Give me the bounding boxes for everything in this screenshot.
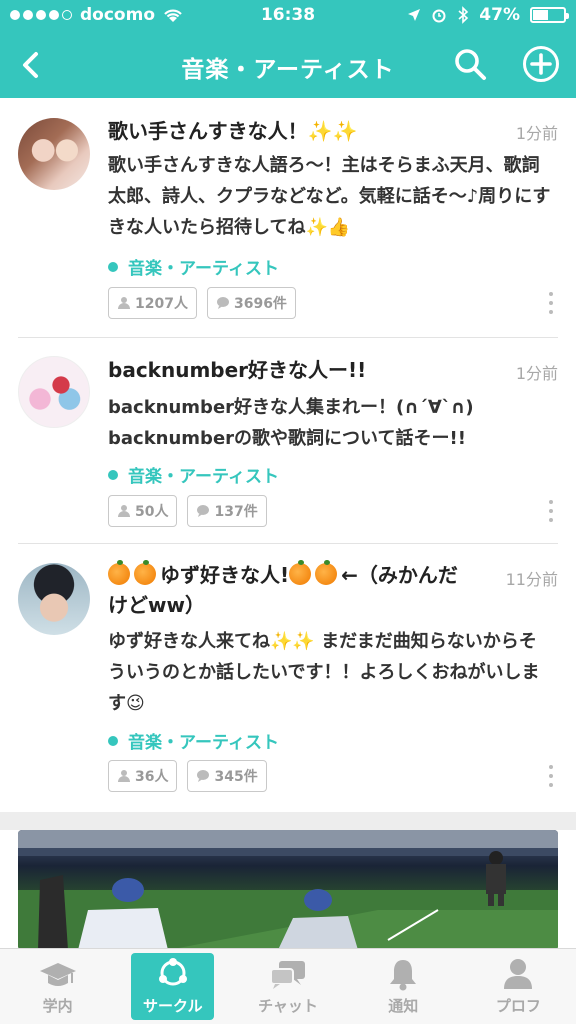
tab-label: プロフ	[495, 997, 541, 1015]
category-label: 音楽・アーティスト	[128, 733, 279, 753]
category-label: 音楽・アーティスト	[128, 467, 279, 487]
user-icon	[504, 959, 533, 989]
member-count-label: 36人	[135, 769, 169, 785]
tab-label: チャット	[258, 997, 318, 1015]
orange-icon	[108, 560, 130, 585]
post-body: ゆず好きな人来てね✨✨ まだまだ曲知らないからそういうのとか話したいです！！よろ…	[108, 631, 540, 714]
post-time: 1分前	[515, 124, 558, 143]
post-stats: 1207人 3696件	[108, 287, 296, 319]
category-dot	[108, 261, 118, 272]
avatar[interactable]	[18, 118, 90, 190]
category-tag[interactable]: 音楽・アーティスト	[108, 728, 279, 753]
orange-icon	[289, 560, 312, 585]
member-count-label: 50人	[135, 504, 169, 520]
post-title-text: ゆず好きな人!	[160, 563, 290, 587]
orange-icon	[315, 560, 338, 585]
post-title: ゆず好きな人! ←（みかんだけどww）	[108, 560, 470, 620]
alarm-icon	[432, 9, 446, 23]
circle-feed: 歌い手さんすきな人！✨✨ 1分前 歌い手さんすきな人語ろ〜！主はそらまふ天月、歌…	[0, 98, 576, 812]
section-divider	[0, 812, 576, 830]
comment-count-label: 3696件	[233, 296, 287, 312]
category-tag[interactable]: 音楽・アーティスト	[108, 254, 279, 279]
tab-profile[interactable]: プロフ	[461, 949, 576, 1024]
ad-banner[interactable]	[18, 830, 558, 950]
category-dot	[108, 735, 118, 746]
member-count: 36人	[108, 760, 178, 792]
comment-count: 345件	[187, 760, 267, 792]
more-options-icon[interactable]	[544, 765, 558, 787]
avatar[interactable]	[18, 563, 90, 635]
battery-icon	[530, 7, 569, 23]
post-stats: 50人 137件	[108, 495, 267, 527]
category-label: 音楽・アーティスト	[128, 259, 279, 279]
avatar[interactable]	[18, 356, 90, 428]
user-icon	[118, 505, 130, 517]
more-options-icon[interactable]	[544, 500, 558, 522]
user-icon	[118, 770, 130, 782]
comment-count: 137件	[187, 495, 267, 527]
comment-icon	[197, 505, 210, 517]
member-count-label: 1207人	[135, 296, 188, 312]
tab-label: 通知	[388, 997, 419, 1015]
circle-post[interactable]: 歌い手さんすきな人！✨✨ 1分前 歌い手さんすきな人語ろ〜！主はそらまふ天月、歌…	[18, 98, 558, 338]
search-icon[interactable]	[452, 46, 488, 82]
category-dot	[108, 469, 118, 480]
location-icon	[408, 9, 421, 21]
tab-chat[interactable]: チャット	[230, 949, 345, 1024]
comment-icon	[216, 297, 229, 309]
tab-school[interactable]: 学内	[0, 949, 115, 1024]
orange-icon	[134, 560, 156, 585]
page-title: 音楽・アーティスト	[181, 57, 395, 83]
user-icon	[118, 297, 130, 309]
chat-bubbles-icon	[270, 961, 305, 989]
comment-count: 3696件	[206, 287, 296, 319]
post-time: 1分前	[515, 364, 558, 383]
battery-fill	[533, 10, 549, 20]
plus-circle-icon[interactable]	[522, 45, 560, 83]
comment-count-label: 137件	[214, 504, 258, 520]
post-time: 11分前	[505, 570, 558, 589]
graduation-cap-icon	[39, 963, 76, 986]
tab-label: サークル	[143, 997, 203, 1015]
bottom-tab-bar: 学内 サークル チャット 通知 プロフ	[0, 948, 576, 1024]
member-count: 50人	[108, 495, 178, 527]
nav-bar: 音楽・アーティスト	[0, 32, 576, 98]
circle-network-icon	[158, 958, 187, 986]
comment-count-label: 345件	[214, 769, 258, 785]
more-options-icon[interactable]	[544, 292, 558, 314]
post-body: backnumber好きな人集まれー！(∩´∀`∩) backnumberの歌や…	[108, 397, 474, 449]
tab-circle[interactable]: サークル	[115, 949, 230, 1024]
post-body: 歌い手さんすきな人語ろ〜！主はそらまふ天月、歌詞太郎、詩人、クプラなどなど。気軽…	[108, 155, 551, 238]
post-title: backnumber好きな人ー!!	[108, 358, 367, 382]
comment-icon	[197, 770, 210, 782]
tab-notifications[interactable]: 通知	[346, 949, 461, 1024]
bell-icon	[390, 960, 417, 991]
category-tag[interactable]: 音楽・アーティスト	[108, 462, 279, 487]
circle-post[interactable]: backnumber好きな人ー!! 1分前 backnumber好きな人集まれー…	[18, 338, 558, 544]
member-count: 1207人	[108, 287, 197, 319]
post-stats: 36人 345件	[108, 760, 267, 792]
baseball-scene-image	[18, 830, 558, 950]
bluetooth-icon	[458, 6, 469, 24]
tab-label: 学内	[42, 997, 73, 1015]
app-header: docomo 16:38 47% 音楽・アーティスト	[0, 0, 576, 98]
status-bar: docomo 16:38 47%	[0, 0, 576, 32]
circle-post[interactable]: ゆず好きな人! ←（みかんだけどww） 11分前 ゆず好きな人来てね✨✨ まだまだ…	[18, 544, 558, 812]
battery-percent: 47%	[479, 5, 520, 25]
post-title: 歌い手さんすきな人！✨✨	[108, 119, 358, 143]
status-right: 47%	[407, 5, 569, 25]
